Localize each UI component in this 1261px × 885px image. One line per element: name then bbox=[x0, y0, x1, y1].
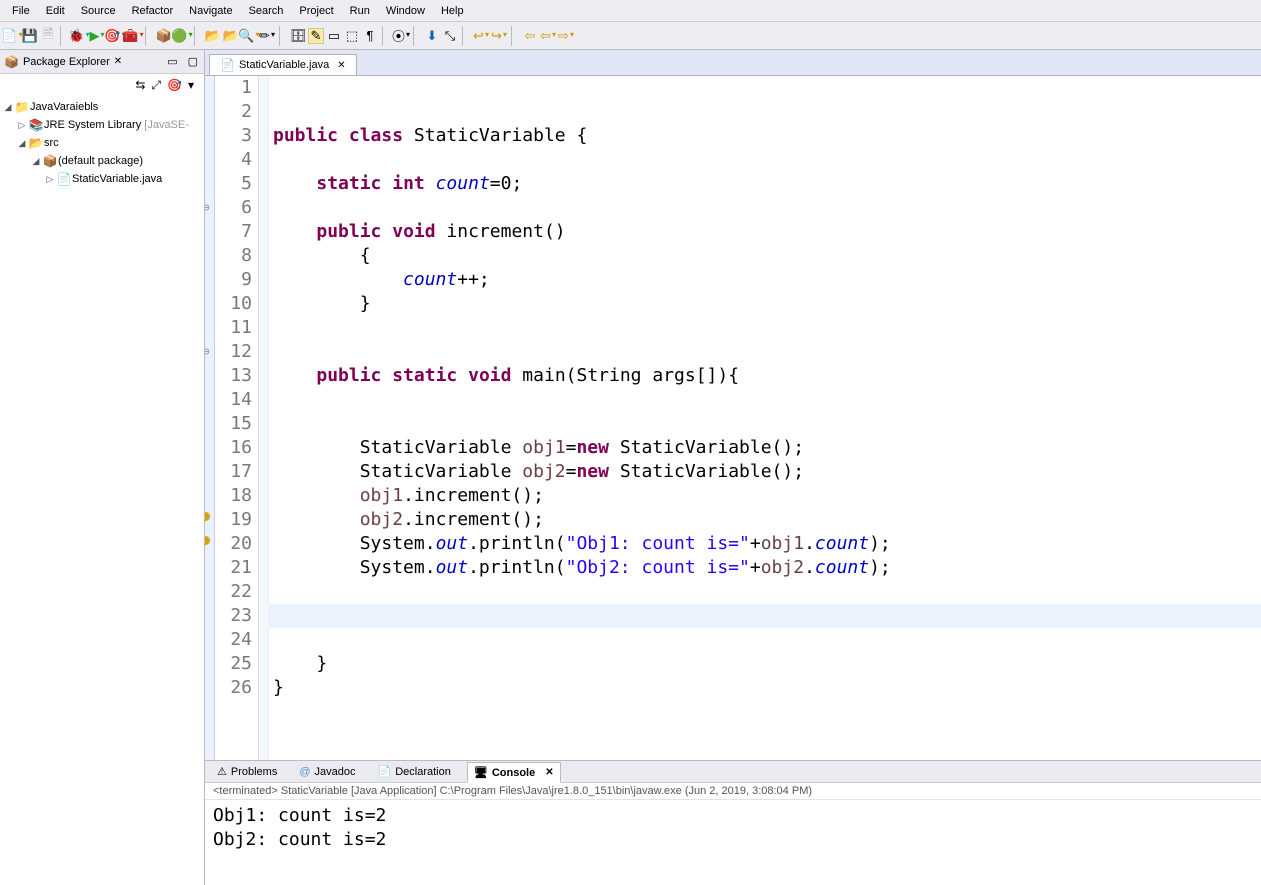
package-explorer-panel: 📦 Package Explorer ✕ ▭ ▢ ⇆ ⤢ 🎯 ▾ ◢📁JavaV… bbox=[0, 50, 205, 885]
main-toolbar: 📄▾ 💾 🗎 🐞▾ ▶▾ 🎯▾ 🧰▾ 📦 🟢▾ 📂 📂 🔍▾ ✏▾ 🗄 ✎ ▭ … bbox=[0, 22, 1261, 50]
package-icon: 📦 bbox=[42, 154, 58, 168]
tab-console[interactable]: 🖥Console✕ bbox=[467, 762, 561, 783]
javadoc-icon: @ bbox=[299, 766, 310, 778]
debug-icon[interactable]: 🐞▾ bbox=[71, 28, 87, 44]
menu-source[interactable]: Source bbox=[73, 2, 124, 20]
mark-occurrences-icon[interactable]: ✎ bbox=[308, 28, 324, 44]
tab-declaration[interactable]: 📄Declaration bbox=[372, 762, 457, 781]
menu-file[interactable]: File bbox=[4, 2, 38, 20]
library-icon: 📚 bbox=[28, 118, 44, 132]
package-explorer-title: Package Explorer bbox=[23, 56, 110, 68]
paragraph-icon[interactable]: ¶ bbox=[362, 28, 378, 44]
code-area[interactable]: public class StaticVariable { static int… bbox=[269, 76, 1261, 760]
main-menubar: File Edit Source Refactor Navigate Searc… bbox=[0, 0, 1261, 22]
fold-bar bbox=[259, 76, 269, 760]
java-file[interactable]: StaticVariable.java bbox=[72, 173, 162, 185]
menu-help[interactable]: Help bbox=[433, 2, 472, 20]
editor-tab-label: StaticVariable.java bbox=[239, 59, 329, 71]
coverage-icon[interactable]: 🎯▾ bbox=[107, 28, 123, 44]
open-task-icon[interactable]: 📂 bbox=[223, 28, 239, 44]
back-icon[interactable]: ⇦ bbox=[522, 28, 538, 44]
back-nav-icon[interactable]: ↪▾ bbox=[491, 28, 507, 44]
line-gutter: 1 2 3 4 5 6 7 8 9 10 11 12 13 14 15 16 1… bbox=[215, 76, 259, 760]
console-output[interactable]: Obj1: count is=2 Obj2: count is=2 bbox=[205, 800, 1261, 885]
project-tree[interactable]: ◢📁JavaVaraiebls ▷📚JRE System Library [Ja… bbox=[0, 96, 204, 885]
toggle-breadcrumb-icon[interactable]: 🗄 bbox=[290, 28, 306, 44]
link-editor-icon[interactable]: ⤢ bbox=[151, 78, 161, 93]
new-class-icon[interactable]: 🟢▾ bbox=[174, 28, 190, 44]
forward2-icon[interactable]: ⇨▾ bbox=[558, 28, 574, 44]
menu-run[interactable]: Run bbox=[342, 2, 378, 20]
last-edit-icon[interactable]: ↩▾ bbox=[473, 28, 489, 44]
block-selection-icon[interactable]: ▭ bbox=[326, 28, 342, 44]
overview-strip bbox=[205, 76, 215, 760]
package-explorer-icon: 📦 bbox=[4, 55, 19, 69]
java-file-icon: 📄 bbox=[56, 172, 72, 186]
menu-edit[interactable]: Edit bbox=[38, 2, 73, 20]
menu-search[interactable]: Search bbox=[241, 2, 292, 20]
view-menu-icon[interactable]: ▾ bbox=[188, 78, 194, 92]
menu-navigate[interactable]: Navigate bbox=[181, 2, 240, 20]
code-editor[interactable]: 1 2 3 4 5 6 7 8 9 10 11 12 13 14 15 16 1… bbox=[205, 76, 1261, 760]
src-folder-icon: 📂 bbox=[28, 136, 44, 150]
project-icon: 📁 bbox=[14, 100, 30, 114]
collapse-all-icon[interactable]: ⇆ bbox=[135, 78, 145, 92]
bottom-panel: ⚠Problems @Javadoc 📄Declaration 🖥Console… bbox=[205, 760, 1261, 885]
console-icon: 🖥 bbox=[474, 766, 488, 779]
console-line: Obj1: count is=2 bbox=[213, 804, 1253, 828]
close-icon[interactable]: ✕ bbox=[114, 56, 122, 67]
minimize-icon[interactable]: ▭ bbox=[163, 55, 181, 68]
tab-problems[interactable]: ⚠Problems bbox=[211, 762, 283, 781]
menu-refactor[interactable]: Refactor bbox=[124, 2, 182, 20]
tab-javadoc[interactable]: @Javadoc bbox=[293, 763, 361, 781]
prev-annotation-icon[interactable]: ⤡ bbox=[442, 28, 458, 44]
java-unit-icon: 📄 bbox=[220, 58, 235, 72]
editor-tab[interactable]: 📄 StaticVariable.java ✕ bbox=[209, 54, 357, 75]
run-icon[interactable]: ▶▾ bbox=[89, 28, 105, 44]
jre-library[interactable]: JRE System Library bbox=[44, 119, 141, 131]
maximize-icon[interactable]: ▢ bbox=[182, 55, 204, 68]
skip-breakpoints-icon[interactable]: ⦿▾ bbox=[393, 28, 409, 44]
annotation-icon[interactable]: ✏▾ bbox=[259, 28, 275, 44]
src-folder[interactable]: src bbox=[44, 137, 59, 149]
focus-icon[interactable]: 🎯 bbox=[167, 78, 182, 92]
declaration-icon: 📄 bbox=[378, 765, 392, 778]
menu-project[interactable]: Project bbox=[291, 2, 341, 20]
close-console-icon[interactable]: ✕ bbox=[545, 767, 553, 778]
new-icon[interactable]: 📄▾ bbox=[4, 28, 20, 44]
menu-window[interactable]: Window bbox=[378, 2, 433, 20]
save-all-icon[interactable]: 🗎 bbox=[40, 28, 56, 44]
next-annotation-icon[interactable]: ⬇ bbox=[424, 28, 440, 44]
jre-suffix: [JavaSE- bbox=[144, 119, 189, 131]
forward-icon[interactable]: ⇦▾ bbox=[540, 28, 556, 44]
console-terminated-line: <terminated> StaticVariable [Java Applic… bbox=[205, 783, 1261, 800]
close-tab-icon[interactable]: ✕ bbox=[337, 60, 345, 71]
default-package[interactable]: (default package) bbox=[58, 155, 143, 167]
project-name[interactable]: JavaVaraiebls bbox=[30, 101, 98, 113]
ext-tools-icon[interactable]: 🧰▾ bbox=[125, 28, 141, 44]
problems-icon: ⚠ bbox=[217, 765, 227, 778]
show-whitespace-icon[interactable]: ⬚ bbox=[344, 28, 360, 44]
new-package-icon[interactable]: 📦 bbox=[156, 28, 172, 44]
save-icon[interactable]: 💾 bbox=[22, 28, 38, 44]
search-icon[interactable]: 🔍▾ bbox=[241, 28, 257, 44]
open-type-icon[interactable]: 📂 bbox=[205, 28, 221, 44]
console-line: Obj2: count is=2 bbox=[213, 828, 1253, 852]
